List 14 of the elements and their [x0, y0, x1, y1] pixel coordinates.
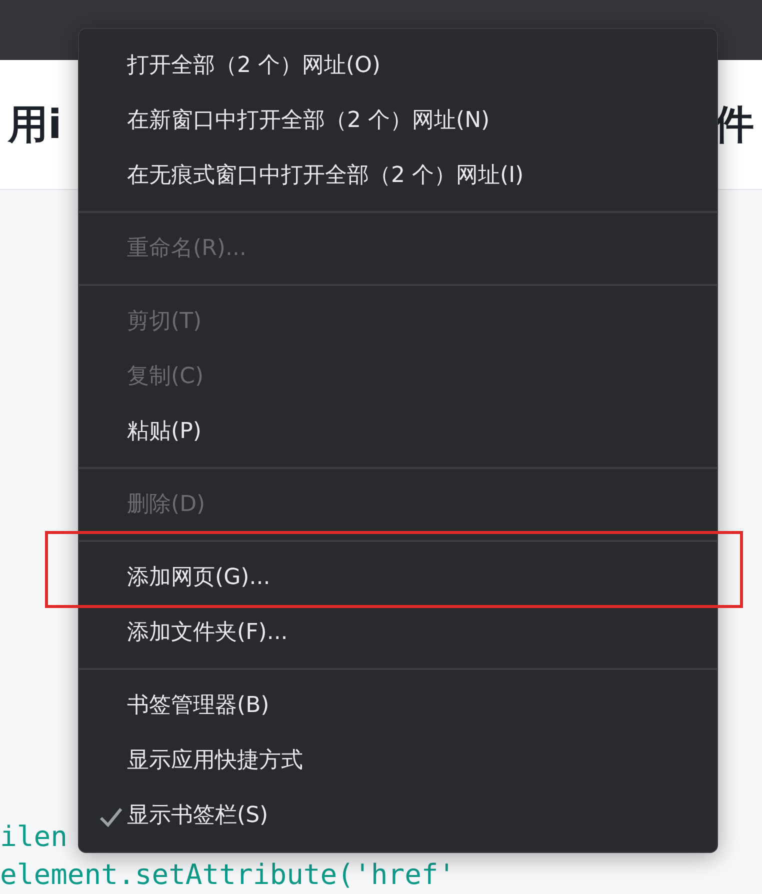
menu-item[interactable]: 在无痕式窗口中打开全部（2 个）网址(I): [79, 148, 717, 203]
menu-item[interactable]: 显示书签栏(S): [79, 788, 717, 843]
checkmark-icon: [99, 807, 123, 827]
menu-item[interactable]: 粘贴(P): [79, 404, 717, 459]
article-title: 件: [714, 100, 754, 150]
menu-item[interactable]: 书签管理器(B): [79, 678, 717, 733]
code-line: element.setAttribute('href': [0, 857, 456, 893]
code-line: ilen: [0, 819, 68, 855]
menu-item[interactable]: 打开全部（2 个）网址(O): [79, 38, 717, 93]
menu-item[interactable]: 添加网页(G)...: [79, 550, 717, 605]
article-title: 用i: [8, 100, 62, 150]
menu-item[interactable]: 添加文件夹(F)...: [79, 605, 717, 660]
menu-item[interactable]: 显示应用快捷方式: [79, 733, 717, 788]
menu-item[interactable]: 在新窗口中打开全部（2 个）网址(N): [79, 93, 717, 148]
